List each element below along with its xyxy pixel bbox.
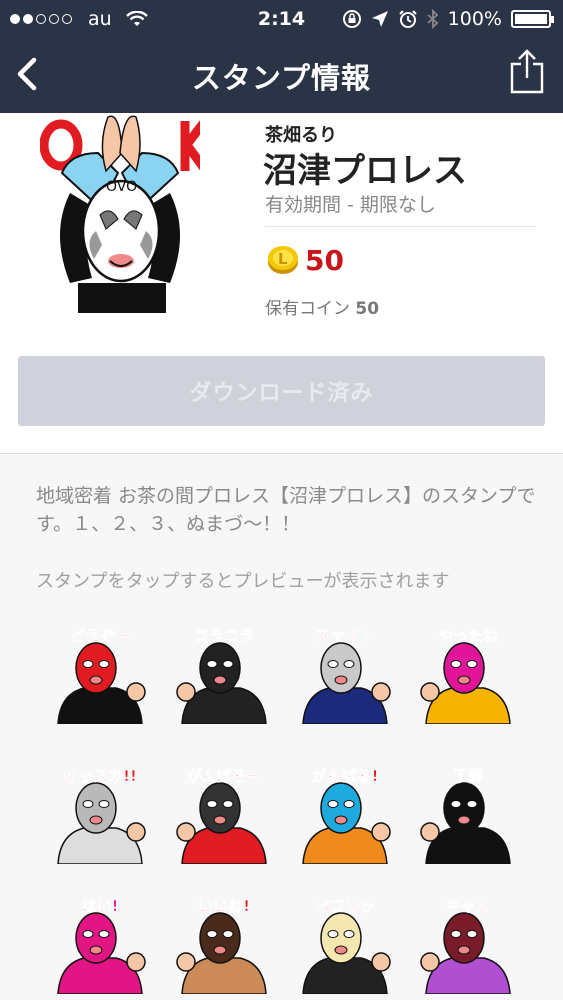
coin-icon: L xyxy=(268,246,298,274)
rotation-lock-icon xyxy=(342,10,361,28)
sticker-item[interactable]: はい! xyxy=(44,894,156,995)
battery-percent: 100% xyxy=(447,8,502,30)
sticker-image: がんばろー xyxy=(176,767,267,865)
sticker-item[interactable]: やったね xyxy=(412,624,524,725)
sticker-caption: がんばる! xyxy=(312,767,379,785)
product-info: OVO 茶畑るり 沼津プロレス 有効期間 - 期限なし L 50 保有コイン 5… xyxy=(0,113,563,453)
sticker-image: どうぞー xyxy=(57,627,146,725)
sticker-caption: いいね! xyxy=(198,897,250,915)
sticker-image: ペコリッ xyxy=(302,897,391,995)
location-arrow-icon xyxy=(371,11,388,27)
sticker-image: がんばる! xyxy=(302,767,391,865)
sticker-item[interactable]: キャハ xyxy=(412,894,524,995)
sticker-item[interactable]: イッスカ!! xyxy=(44,764,156,865)
svg-text:L: L xyxy=(278,250,288,268)
sticker-image: 了解 xyxy=(420,767,511,865)
sticker-image: イッスカ!! xyxy=(57,767,146,865)
price: 50 xyxy=(305,244,344,277)
sticker-caption: 了解 xyxy=(453,767,483,785)
preview-hint: スタンプをタップするとプレビューが表示されます xyxy=(36,571,450,592)
sticker-caption: コラコラ xyxy=(194,627,254,645)
alarm-icon xyxy=(398,10,417,28)
owned-coins-value: 50 xyxy=(355,299,380,319)
sticker-image: ファイト xyxy=(302,627,391,725)
sticker-caption: やったね xyxy=(438,627,498,645)
download-button[interactable]: ダウンロード済み xyxy=(18,356,545,426)
sticker-item[interactable]: コラコラ xyxy=(168,624,280,725)
sticker-item[interactable]: 了解 xyxy=(412,764,524,865)
owned-coins: 保有コイン 50 xyxy=(265,294,379,319)
sticker-image: コラコラ xyxy=(176,627,267,725)
sticker-image: キャハ xyxy=(420,897,511,995)
svg-text:OVO: OVO xyxy=(106,179,137,195)
sticker-item[interactable]: ペコリッ xyxy=(289,894,401,995)
sticker-image: やったね xyxy=(420,627,511,725)
sticker-caption: がんばろー xyxy=(186,767,261,785)
sticker-image: はい! xyxy=(57,897,146,995)
sticker-caption: どうぞー xyxy=(70,627,130,645)
sticker-thumbnail: OVO xyxy=(40,115,200,313)
sticker-item[interactable]: どうぞー xyxy=(44,624,156,725)
navigation-bar: スタンプ情報 xyxy=(0,38,563,113)
sticker-item[interactable]: がんばろー xyxy=(168,764,280,865)
sticker-image: いいね! xyxy=(176,897,267,995)
owned-coins-label: 保有コイン xyxy=(265,299,350,319)
sticker-caption: ファイト xyxy=(315,627,375,645)
product-name: 沼津プロレス xyxy=(263,151,467,191)
description: 地域密着 お茶の間プロレス【沼津プロレス】のスタンプです。１、２、３、ぬまづ〜！… xyxy=(36,485,536,535)
sticker-grid: どうぞー コラコラ ファイト やったねイッスカ!! がんばろー がんばる! 了解はい! いいね… xyxy=(34,624,534,1000)
sticker-item[interactable]: ファイト xyxy=(289,624,401,725)
sticker-item[interactable]: がんばる! xyxy=(289,764,401,865)
sticker-item[interactable]: いいね! xyxy=(168,894,280,995)
sticker-caption: はい! xyxy=(82,897,119,915)
battery-icon xyxy=(511,10,554,28)
divider xyxy=(265,226,537,227)
sticker-caption: イッスカ!! xyxy=(63,767,137,785)
sticker-caption: ペコリッ xyxy=(315,897,375,915)
share-button[interactable] xyxy=(509,48,545,94)
top-bar: au 2:14 100% スタンプ情報 xyxy=(0,0,563,113)
page-title: スタンプ情報 xyxy=(191,61,372,95)
sticker-detail-section: 地域密着 お茶の間プロレス【沼津プロレス】のスタンプです。１、２、３、ぬまづ〜！… xyxy=(0,454,563,1000)
status-bar: au 2:14 100% xyxy=(0,0,563,38)
bluetooth-icon xyxy=(427,9,438,29)
validity-period: 有効期間 - 期限なし xyxy=(265,194,436,216)
status-icons: 100% xyxy=(342,8,554,30)
sticker-caption: キャハ xyxy=(445,897,490,915)
